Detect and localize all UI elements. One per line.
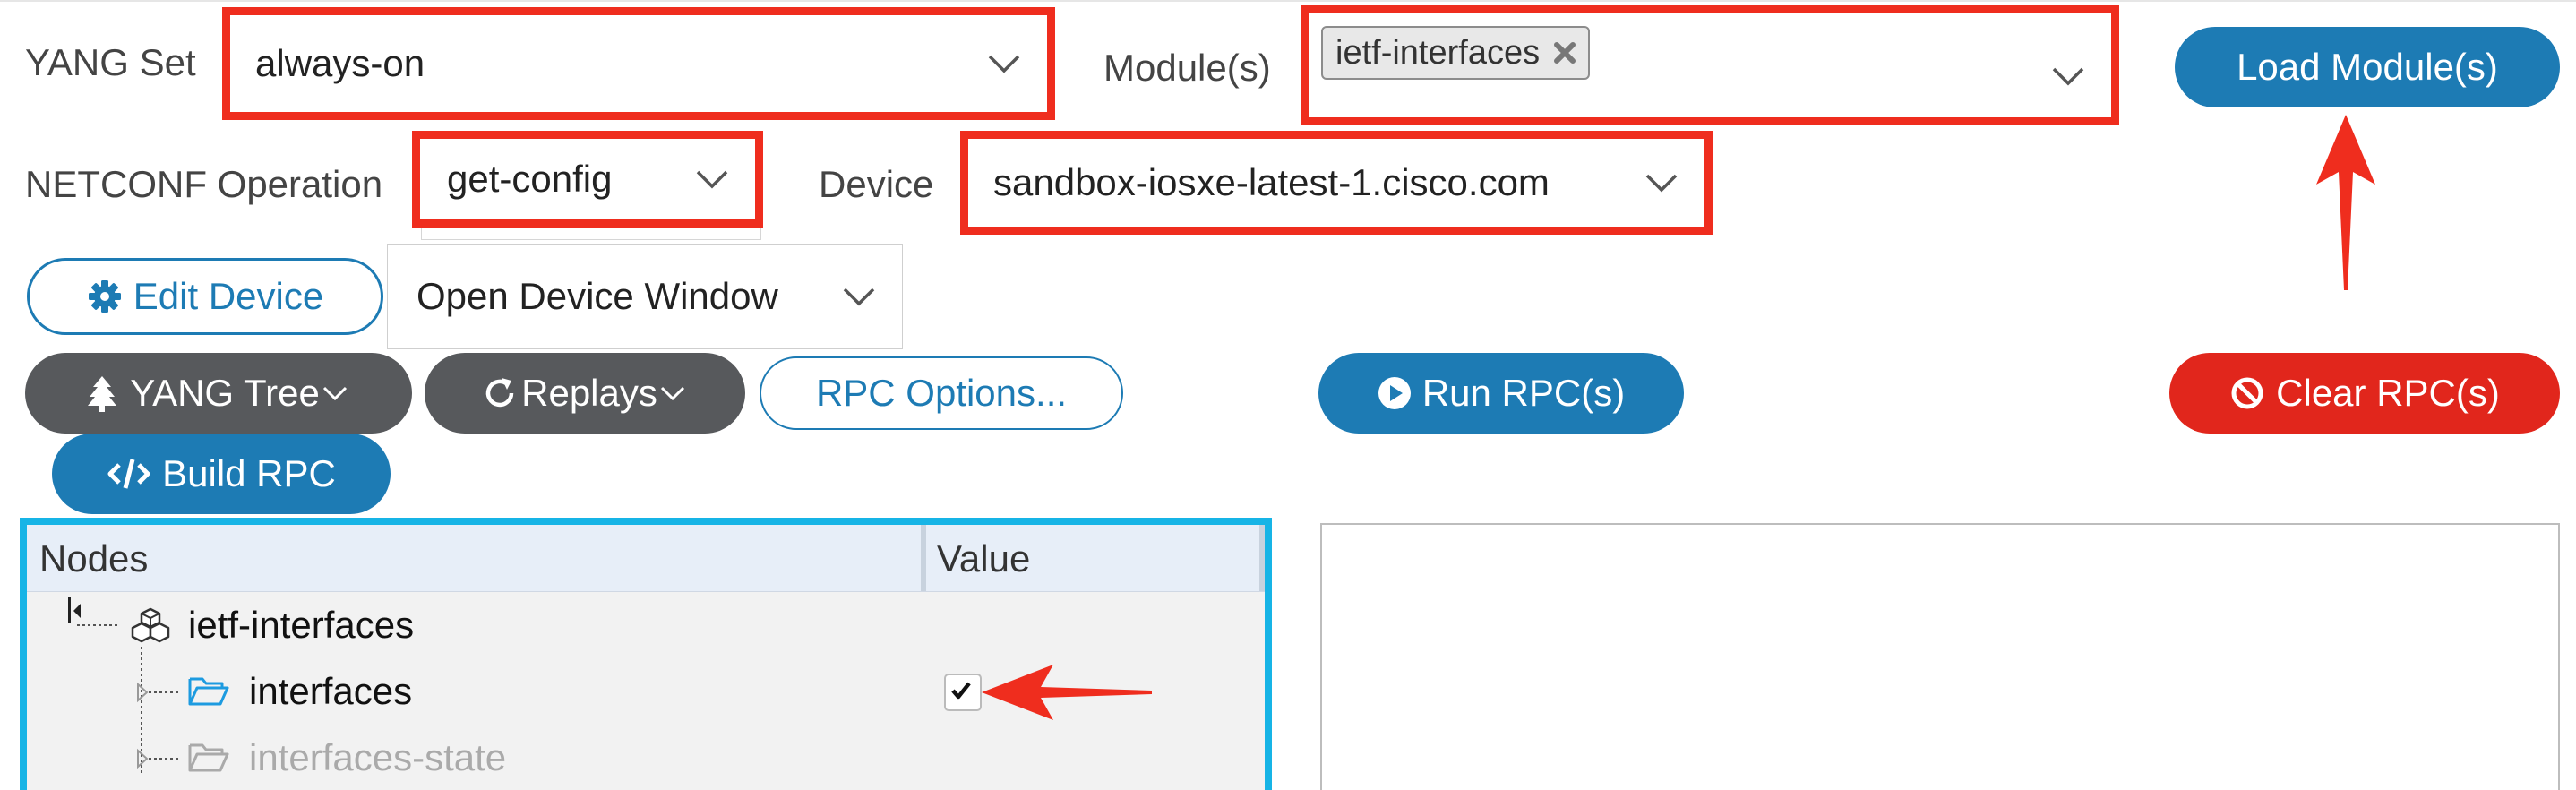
- load-modules-label: Load Module(s): [2237, 46, 2498, 88]
- modules-label: Module(s): [1103, 47, 1271, 89]
- yang-tree-panel: Nodes Value ietf-interfaces interfaces i…: [20, 518, 1272, 790]
- build-rpc-label: Build RPC: [162, 452, 336, 494]
- netconf-operation-value: get-config: [447, 158, 613, 200]
- col-nodes-header: Nodes: [39, 537, 149, 580]
- run-rpc-button[interactable]: Run RPC(s): [1318, 353, 1684, 434]
- close-icon[interactable]: [1552, 40, 1577, 65]
- tree-icon: [88, 376, 117, 412]
- yang-set-select[interactable]: always-on: [222, 7, 1055, 120]
- code-icon: [107, 459, 150, 489]
- chevron-down-icon: [660, 386, 684, 401]
- gear-icon: [88, 280, 121, 313]
- edit-device-button[interactable]: Edit Device: [27, 258, 383, 335]
- value-checkbox[interactable]: [944, 674, 982, 711]
- netconf-label: NETCONF Operation: [25, 163, 383, 205]
- ban-icon: [2231, 377, 2263, 409]
- device-value: sandbox-iosxe-latest-1.cisco.com: [993, 161, 1550, 203]
- chevron-down-icon: [1645, 174, 1678, 193]
- tree-row-interfaces-state[interactable]: interfaces-state: [188, 736, 506, 779]
- tree-header: Nodes Value: [27, 525, 1265, 592]
- yang-set-label: YANG Set: [25, 41, 196, 83]
- tree-node-label: interfaces: [249, 670, 413, 712]
- tree-node-label: interfaces-state: [249, 736, 507, 778]
- device-label: Device: [819, 163, 934, 205]
- tree-row-ietf-interfaces[interactable]: ietf-interfaces: [131, 604, 414, 647]
- play-icon: [1378, 377, 1411, 409]
- module-chip-label: ietf-interfaces: [1335, 33, 1541, 72]
- clear-rpc-label: Clear RPC(s): [2276, 372, 2500, 414]
- open-device-window-select[interactable]: Open Device Window: [387, 244, 903, 349]
- load-modules-button[interactable]: Load Module(s): [2175, 27, 2560, 107]
- annotation-arrow-left-icon: [982, 665, 1152, 720]
- modules-select[interactable]: ietf-interfaces: [1301, 5, 2119, 125]
- run-rpc-label: Run RPC(s): [1421, 372, 1626, 414]
- column-divider: [1259, 525, 1265, 591]
- folder-open-icon: [188, 743, 229, 772]
- open-device-window-value: Open Device Window: [416, 275, 778, 317]
- clear-rpc-button[interactable]: Clear RPC(s): [2169, 353, 2560, 434]
- rpc-options-button[interactable]: RPC Options...: [760, 356, 1123, 430]
- build-rpc-button[interactable]: Build RPC: [52, 434, 391, 514]
- top-divider: [0, 0, 2576, 7]
- chevron-down-icon: [322, 386, 347, 401]
- folder-open-icon: [188, 677, 229, 706]
- yang-set-value: always-on: [255, 42, 425, 84]
- rpc-options-label: RPC Options...: [815, 372, 1068, 414]
- yang-tree-button[interactable]: YANG Tree: [25, 353, 412, 434]
- rpc-output-area[interactable]: [1320, 523, 2560, 790]
- col-value-header: Value: [937, 537, 1031, 580]
- column-divider[interactable]: [921, 525, 926, 591]
- yang-tree-label: YANG Tree: [130, 372, 320, 414]
- tree-row-interfaces[interactable]: interfaces: [188, 670, 412, 713]
- chevron-down-icon: [843, 288, 875, 306]
- module-chip: ietf-interfaces: [1321, 26, 1591, 80]
- netconf-operation-select[interactable]: get-config: [412, 131, 763, 228]
- tree-node-label: ietf-interfaces: [188, 604, 415, 646]
- refresh-icon: [485, 378, 514, 408]
- edit-device-label: Edit Device: [133, 275, 324, 317]
- replays-label: Replays: [521, 372, 657, 414]
- annotation-arrow-up-icon: [2316, 115, 2375, 290]
- check-icon: [951, 682, 971, 700]
- replays-button[interactable]: Replays: [425, 353, 745, 434]
- chevron-down-icon: [696, 170, 728, 189]
- device-select[interactable]: sandbox-iosxe-latest-1.cisco.com: [960, 131, 1713, 235]
- chevron-down-icon: [988, 55, 1020, 73]
- cubes-icon: [131, 607, 170, 643]
- chevron-down-icon: [2052, 67, 2084, 86]
